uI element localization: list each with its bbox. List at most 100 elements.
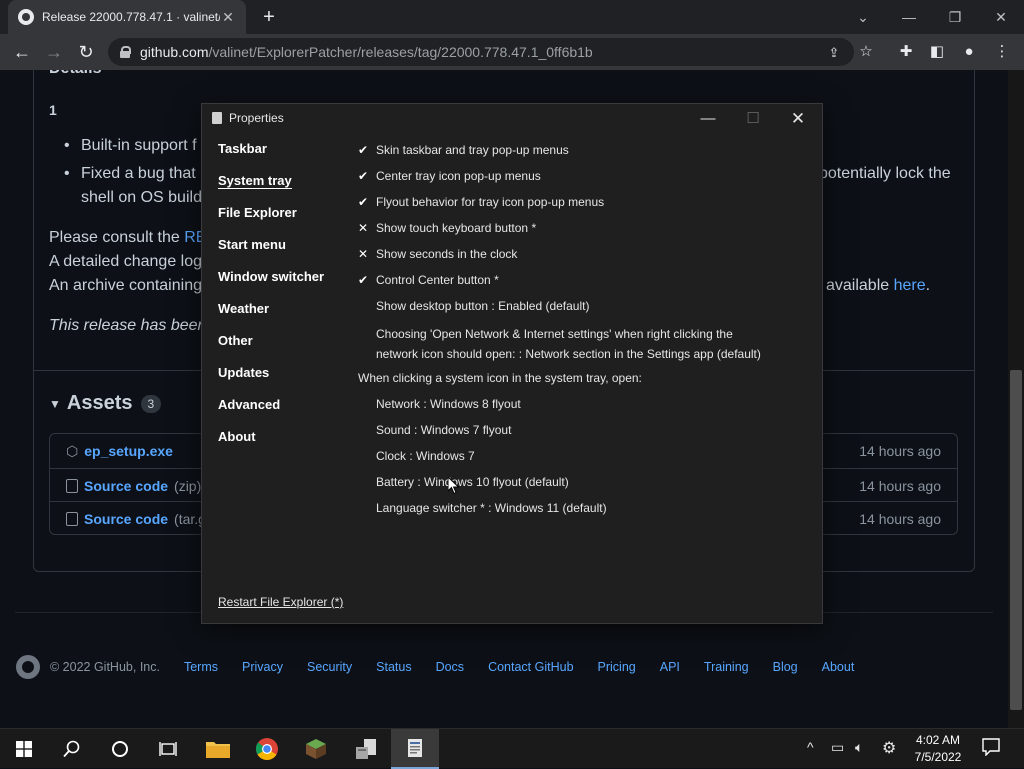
section-header-tray-click: When clicking a system icon in the syste…: [358, 371, 642, 385]
option-clock-flyout[interactable]: Clock : Windows 7: [358, 443, 808, 469]
taskbar-clock[interactable]: 4:02 AM 7/5/2022: [908, 732, 968, 766]
installer-taskbar-button[interactable]: [342, 729, 390, 769]
extensions-icon[interactable]: ✚: [896, 42, 916, 62]
bookmark-star-icon[interactable]: ☆: [856, 42, 876, 62]
nav-taskbar[interactable]: Taskbar: [218, 140, 348, 172]
mouse-cursor-icon: [448, 477, 460, 495]
footer-link-status[interactable]: Status: [376, 660, 411, 674]
checkmark-icon: ✔: [358, 143, 369, 157]
bullet-text-2-line2: shell on OS build: [81, 189, 202, 206]
assets-heading: Assets: [66, 392, 133, 414]
nav-weather[interactable]: Weather: [218, 300, 348, 332]
github-favicon-icon: [18, 9, 34, 25]
search-icon: [63, 740, 80, 758]
option-center-tray[interactable]: ✔ Center tray icon pop-up menus: [358, 163, 808, 189]
dialog-close-button[interactable]: ✕: [778, 107, 818, 131]
option-network-flyout[interactable]: Network : Windows 8 flyout: [358, 391, 808, 417]
tab-search-icon[interactable]: ⌄: [850, 4, 876, 30]
clock-time: 4:02 AM: [915, 733, 961, 747]
footer-copyright: © 2022 GitHub, Inc.: [50, 660, 160, 674]
dialog-maximize-button[interactable]: ☐: [733, 107, 773, 131]
properties-taskbar-button[interactable]: [391, 729, 439, 769]
forward-button[interactable]: →: [42, 41, 66, 63]
list-number: 1: [49, 102, 57, 118]
bullet-text-2: Fixed a bug that l: [81, 165, 204, 182]
file-zip-icon: [66, 511, 78, 526]
option-battery-flyout[interactable]: Battery : Windows 10 flyout (default): [358, 469, 808, 495]
option-touch-keyboard[interactable]: ✕ Show touch keyboard button *: [358, 215, 808, 241]
option-sound-flyout[interactable]: Sound : Windows 7 flyout: [358, 417, 808, 443]
nav-file-explorer[interactable]: File Explorer: [218, 204, 348, 236]
minecraft-taskbar-button[interactable]: [292, 729, 340, 769]
app-icon: [212, 112, 222, 124]
footer-link-api[interactable]: API: [660, 660, 680, 674]
nav-about[interactable]: About: [218, 428, 348, 460]
lock-icon[interactable]: [120, 46, 131, 58]
task-view-button[interactable]: [144, 729, 192, 769]
here-link[interactable]: here: [894, 277, 926, 294]
new-tab-button[interactable]: +: [258, 6, 280, 28]
start-button[interactable]: [0, 729, 48, 769]
share-icon[interactable]: ⇪: [824, 43, 844, 63]
nav-other[interactable]: Other: [218, 332, 348, 364]
page-footer: © 2022 GitHub, Inc. Terms Privacy Securi…: [16, 654, 854, 680]
cortana-circle-icon: [112, 741, 128, 757]
footer-link-privacy[interactable]: Privacy: [242, 660, 283, 674]
nav-start-menu[interactable]: Start menu: [218, 236, 348, 268]
dialog-minimize-button[interactable]: —: [688, 107, 728, 131]
browser-menu-icon[interactable]: ⋮: [992, 42, 1012, 62]
close-window-button[interactable]: ✕: [988, 4, 1014, 30]
url-host: github.com: [140, 44, 209, 60]
restore-button[interactable]: ❐: [942, 4, 968, 30]
option-network-settings[interactable]: Choosing 'Open Network & Internet settin…: [358, 319, 808, 365]
reload-button[interactable]: ↻: [74, 41, 98, 63]
side-panel-icon[interactable]: ◧: [927, 42, 947, 62]
option-language-switcher[interactable]: Language switcher * : Windows 11 (defaul…: [358, 495, 808, 521]
search-button[interactable]: [48, 729, 96, 769]
dialog-nav: Taskbar System tray File Explorer Start …: [218, 140, 348, 460]
notifications-icon[interactable]: [982, 738, 1000, 759]
nav-window-switcher[interactable]: Window switcher: [218, 268, 348, 300]
show-hidden-icons-chevron-icon[interactable]: ^: [807, 739, 814, 755]
chrome-taskbar-button[interactable]: [243, 729, 291, 769]
option-show-seconds[interactable]: ✕ Show seconds in the clock: [358, 241, 808, 267]
volume-icon[interactable]: 🔈︎: [855, 739, 863, 756]
back-button[interactable]: ←: [10, 41, 34, 63]
footer-link-pricing[interactable]: Pricing: [598, 660, 636, 674]
minimize-button[interactable]: —: [896, 4, 922, 30]
asset-name[interactable]: Source code: [84, 478, 168, 494]
nav-system-tray[interactable]: System tray: [218, 172, 348, 204]
github-logo-icon[interactable]: [16, 655, 40, 679]
option-show-desktop[interactable]: Show desktop button : Enabled (default): [358, 293, 808, 319]
asset-name[interactable]: ep_setup.exe: [84, 443, 173, 459]
footer-link-terms[interactable]: Terms: [184, 660, 218, 674]
footer-link-docs[interactable]: Docs: [436, 660, 464, 674]
cortana-button[interactable]: [96, 729, 144, 769]
footer-link-contact[interactable]: Contact GitHub: [488, 660, 573, 674]
assets-toggle[interactable]: ▼ Assets 3: [49, 392, 162, 415]
footer-link-about[interactable]: About: [822, 660, 855, 674]
settings-gear-icon[interactable]: ⚙︎: [882, 738, 896, 758]
profile-icon[interactable]: ●: [959, 42, 979, 62]
option-control-center[interactable]: ✔ Control Center button *: [358, 267, 808, 293]
footer-link-blog[interactable]: Blog: [773, 660, 798, 674]
browser-tab[interactable]: Release 22000.778.47.1 · valinet/E ✕: [8, 0, 246, 34]
nav-updates[interactable]: Updates: [218, 364, 348, 396]
nav-advanced[interactable]: Advanced: [218, 396, 348, 428]
checkmark-icon: ✔: [358, 273, 369, 287]
network-icon[interactable]: ▭: [831, 739, 844, 756]
restart-explorer-link[interactable]: Restart File Explorer (*): [218, 595, 343, 609]
address-bar[interactable]: github.com/valinet/ExplorerPatcher/relea…: [108, 38, 854, 66]
option-skin-menus[interactable]: ✔ Skin taskbar and tray pop-up menus: [358, 137, 808, 163]
footer-link-security[interactable]: Security: [307, 660, 352, 674]
file-explorer-taskbar-button[interactable]: [194, 729, 242, 769]
tab-title: Release 22000.778.47.1 · valinet/E: [42, 10, 220, 24]
assets-count-badge: 3: [140, 394, 162, 413]
scrollbar-thumb[interactable]: [1010, 370, 1022, 710]
asset-name[interactable]: Source code: [84, 511, 168, 527]
asset-time: 14 hours ago: [859, 477, 941, 494]
footer-link-training[interactable]: Training: [704, 660, 749, 674]
package-icon: ⬡: [66, 442, 79, 459]
tab-close-icon[interactable]: ✕: [220, 9, 236, 26]
option-flyout-behavior[interactable]: ✔ Flyout behavior for tray icon pop-up m…: [358, 189, 808, 215]
